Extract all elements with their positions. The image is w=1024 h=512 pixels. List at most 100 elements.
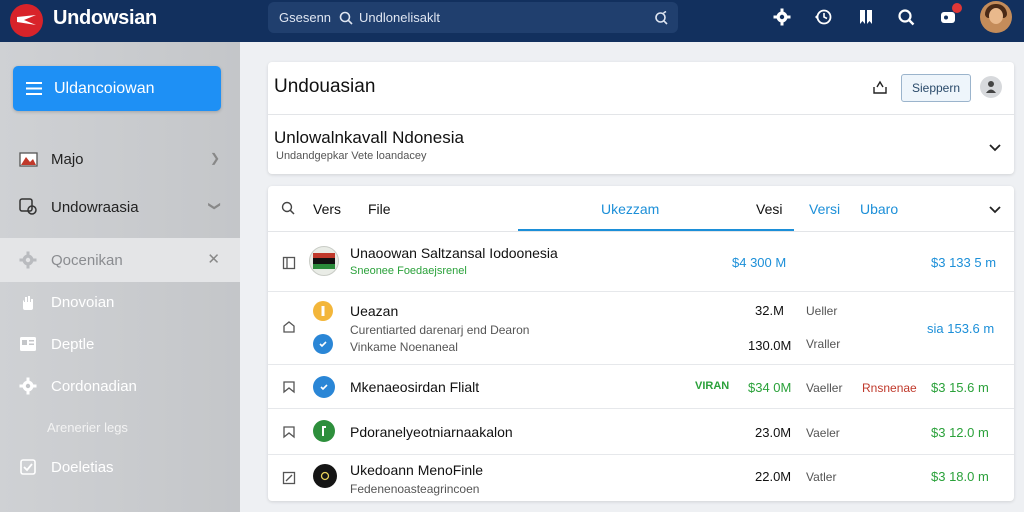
row-sub: Sneonee Foedaejsrenel xyxy=(350,265,467,277)
history-icon[interactable] xyxy=(813,7,833,27)
row-sub: Fedenenoasteagrincoen xyxy=(350,482,480,496)
gear-icon xyxy=(18,250,38,270)
bookmark-icon[interactable] xyxy=(282,425,296,439)
row-extra: Rnsnenae xyxy=(862,381,917,395)
sidebar-item-dnovoian[interactable]: Dnovoian xyxy=(0,280,240,324)
table-row[interactable]: Mkenaeosirdan Flialt VIRAN $34 0M Vaelle… xyxy=(268,365,1014,409)
sidebar-item-majo[interactable]: Majo ❯ xyxy=(0,137,240,181)
sidebar-item-deptle[interactable]: Deptle xyxy=(0,322,240,366)
sidebar-item-qocenikan[interactable]: Qocenikan ✕ xyxy=(0,238,240,282)
app-logo[interactable] xyxy=(10,4,43,37)
chevron-down-icon: ❯ xyxy=(207,200,222,212)
flag-icon xyxy=(309,246,339,276)
tab-ubaro[interactable]: Ubaro xyxy=(860,201,898,217)
tab-versi[interactable]: Versi xyxy=(809,201,840,217)
tab-ukezzam[interactable]: Ukezzam xyxy=(601,201,659,217)
app-title: Undowsian xyxy=(53,7,157,29)
row-price: $4 300 M xyxy=(732,255,787,270)
row-label: Ueller xyxy=(806,304,838,318)
share-icon[interactable] xyxy=(871,78,889,101)
row-total: $3 133 5 m xyxy=(931,255,997,270)
search-icon[interactable] xyxy=(281,201,295,220)
bookmarks-icon[interactable] xyxy=(856,7,876,27)
chart-icon xyxy=(18,149,38,169)
menu-icon xyxy=(26,82,42,95)
sidebar-item-cordonadian[interactable]: Cordonadian xyxy=(0,364,240,408)
sidebar-item-label: Undowraasia xyxy=(51,198,139,216)
chevron-right-icon: ❯ xyxy=(209,151,220,165)
sidebar-item-label: Qocenikan xyxy=(51,251,123,269)
search-icon-top[interactable] xyxy=(896,7,916,27)
home-icon[interactable] xyxy=(282,320,296,334)
tab-vers[interactable]: Vers xyxy=(313,201,341,217)
row-label: Vatler xyxy=(806,470,837,484)
notifications-icon[interactable] xyxy=(938,3,962,27)
profile-icon[interactable] xyxy=(980,76,1002,98)
leaf-icon xyxy=(313,420,335,442)
edit-icon[interactable] xyxy=(282,471,296,485)
row-price: $34 0M xyxy=(748,380,792,395)
page-title: Undouasian xyxy=(274,76,376,97)
top-bar: Undowsian Gsesenn Undlonelisaklt xyxy=(0,0,1024,42)
row-size: 22.0M xyxy=(755,469,792,484)
checkbox-icon xyxy=(18,457,38,477)
row-label: Vaeller xyxy=(806,381,843,395)
chevron-down-icon[interactable] xyxy=(989,201,1001,219)
notification-badge xyxy=(952,3,962,13)
row-total: $3 18.0 m xyxy=(931,469,989,484)
page-subtitle: Unlowalnkavall Ndonesia xyxy=(274,128,464,147)
sidebar-item-label: Dnovoian xyxy=(51,293,115,311)
tab-bar: Vers File Ukezzam Vesi Versi Ubaro xyxy=(268,186,1014,232)
bookmark-icon[interactable] xyxy=(282,380,296,394)
table-row[interactable]: Unaoowan Saltzansal Iodoonesia Sneonee F… xyxy=(268,232,1014,292)
sidebar-item-label: Deptle xyxy=(51,335,95,353)
search-icon[interactable] xyxy=(339,11,353,25)
document-icon xyxy=(18,334,38,354)
sidebar-item-undowraasia[interactable]: Undowraasia ❯ xyxy=(0,185,240,229)
chevron-down-icon[interactable] xyxy=(989,139,1001,157)
header-card: Undouasian Sieppern Unlowalnkavall Ndone… xyxy=(268,62,1014,174)
sidebar-primary-button[interactable]: Uldancoiowan xyxy=(13,66,221,111)
row-tag: VIRAN xyxy=(695,380,730,392)
row-total: $3 12.0 m xyxy=(931,425,989,440)
row-name: Pdoranelyeotniarnaakalon xyxy=(350,424,513,440)
check-icon xyxy=(313,376,335,398)
people-icon xyxy=(18,197,38,217)
row-sub: Curentiarted darenarj end Dearon xyxy=(350,323,530,337)
row-label: Vaeler xyxy=(806,426,840,440)
row-name: Ukedoann MenoFinle xyxy=(350,462,484,478)
row-total: sia 153.6 m xyxy=(927,321,995,336)
table-row[interactable]: Pdoranelyeotniarnaakalon 23.0M Vaeler $3… xyxy=(268,409,1014,455)
user-avatar[interactable] xyxy=(980,1,1012,33)
sidebar-item-label: Cordonadian xyxy=(51,377,137,395)
settings-gear-icon[interactable] xyxy=(772,7,792,27)
table-row[interactable]: Ukedoann MenoFinle Fedenenoasteagrincoen… xyxy=(268,455,1014,501)
settings-icon xyxy=(18,376,38,396)
table-row[interactable]: Ueazan Curentiarted darenarj end Dearon … xyxy=(268,292,1014,365)
row-total: $3 15.6 m xyxy=(931,380,989,395)
tab-vesi[interactable]: Vesi xyxy=(756,201,782,217)
row-sub: Vinkame Noenaneal xyxy=(350,340,458,354)
planet-icon xyxy=(313,464,337,488)
tab-file[interactable]: File xyxy=(368,201,391,217)
row-label: Vraller xyxy=(806,337,841,351)
voice-search-icon[interactable] xyxy=(654,10,668,25)
signup-button[interactable]: Sieppern xyxy=(901,74,971,102)
coin-icon xyxy=(313,301,333,321)
sidebar-section-label: Arenerier legs xyxy=(47,420,128,435)
row-name: Ueazan xyxy=(350,303,399,319)
search-label: Gsesenn xyxy=(279,10,332,25)
divider xyxy=(268,114,1014,115)
table-card: Vers File Ukezzam Vesi Versi Ubaro Unaoo… xyxy=(268,186,1014,501)
search-input[interactable]: Undlonelisaklt xyxy=(359,10,654,25)
row-size: 32.M xyxy=(755,303,784,318)
sidebar-item-label: Doeletias xyxy=(51,458,114,476)
search-bar[interactable]: Gsesenn Undlonelisaklt xyxy=(268,2,678,33)
file-icon[interactable] xyxy=(282,256,296,270)
sidebar-primary-label: Uldancoiowan xyxy=(54,79,155,97)
check-icon xyxy=(313,334,333,354)
row-size: 130.0M xyxy=(748,338,792,353)
sidebar-item-doeletias[interactable]: Doeletias xyxy=(0,445,240,489)
sidebar-item-label: Majo xyxy=(51,150,84,168)
close-icon[interactable]: ✕ xyxy=(207,250,220,268)
